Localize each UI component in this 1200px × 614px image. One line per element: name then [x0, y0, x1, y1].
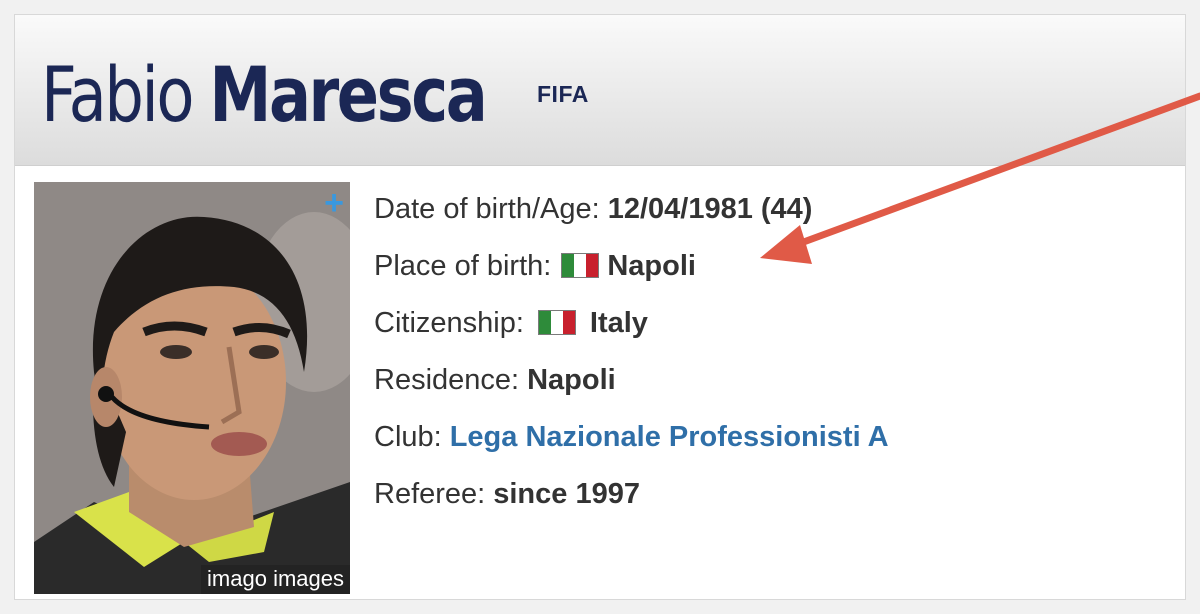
detail-row-referee: Referee: since 1997	[374, 465, 889, 522]
profile-header: Fabio Maresca FIFA	[15, 15, 1185, 166]
detail-row-dob: Date of birth/Age: 12/04/1981 (44)	[374, 180, 889, 237]
detail-row-club: Club: Lega Nazionale Professionisti A	[374, 408, 889, 465]
place-of-birth-label: Place of birth:	[374, 249, 552, 282]
page-title: Fabio Maresca	[41, 50, 488, 139]
club-label: Club:	[374, 420, 442, 453]
detail-row-place-of-birth: Place of birth: Napoli	[374, 237, 889, 294]
last-name: Maresca	[209, 50, 487, 139]
italy-flag-icon	[537, 310, 576, 335]
residence-label: Residence:	[374, 363, 520, 396]
player-details: Date of birth/Age: 12/04/1981 (44) Place…	[374, 180, 889, 522]
referee-label: Referee:	[374, 477, 486, 510]
player-photo[interactable]: + imago images	[34, 182, 350, 594]
dob-label: Date of birth/Age:	[374, 192, 600, 225]
italy-flag-icon	[561, 253, 600, 278]
referee-value: since 1997	[493, 477, 640, 510]
dob-value: 12/04/1981 (44)	[607, 192, 813, 225]
player-profile-card: Fabio Maresca FIFA + imago images Date o…	[14, 14, 1186, 600]
citizenship-value: Italy	[589, 306, 648, 339]
residence-value: Napoli	[527, 363, 616, 396]
club-link[interactable]: Lega Nazionale Professionisti A	[450, 415, 889, 459]
citizenship-label: Citizenship:	[374, 306, 524, 339]
first-name: Fabio	[41, 50, 194, 139]
expand-photo-icon[interactable]: +	[324, 186, 344, 220]
fifa-badge: FIFA	[537, 81, 589, 107]
detail-row-residence: Residence: Napoli	[374, 351, 889, 408]
player-photo-image	[34, 182, 350, 594]
place-of-birth-value: Napoli	[607, 249, 696, 282]
photo-credit: imago images	[201, 565, 350, 594]
detail-row-citizenship: Citizenship: Italy	[374, 294, 889, 351]
